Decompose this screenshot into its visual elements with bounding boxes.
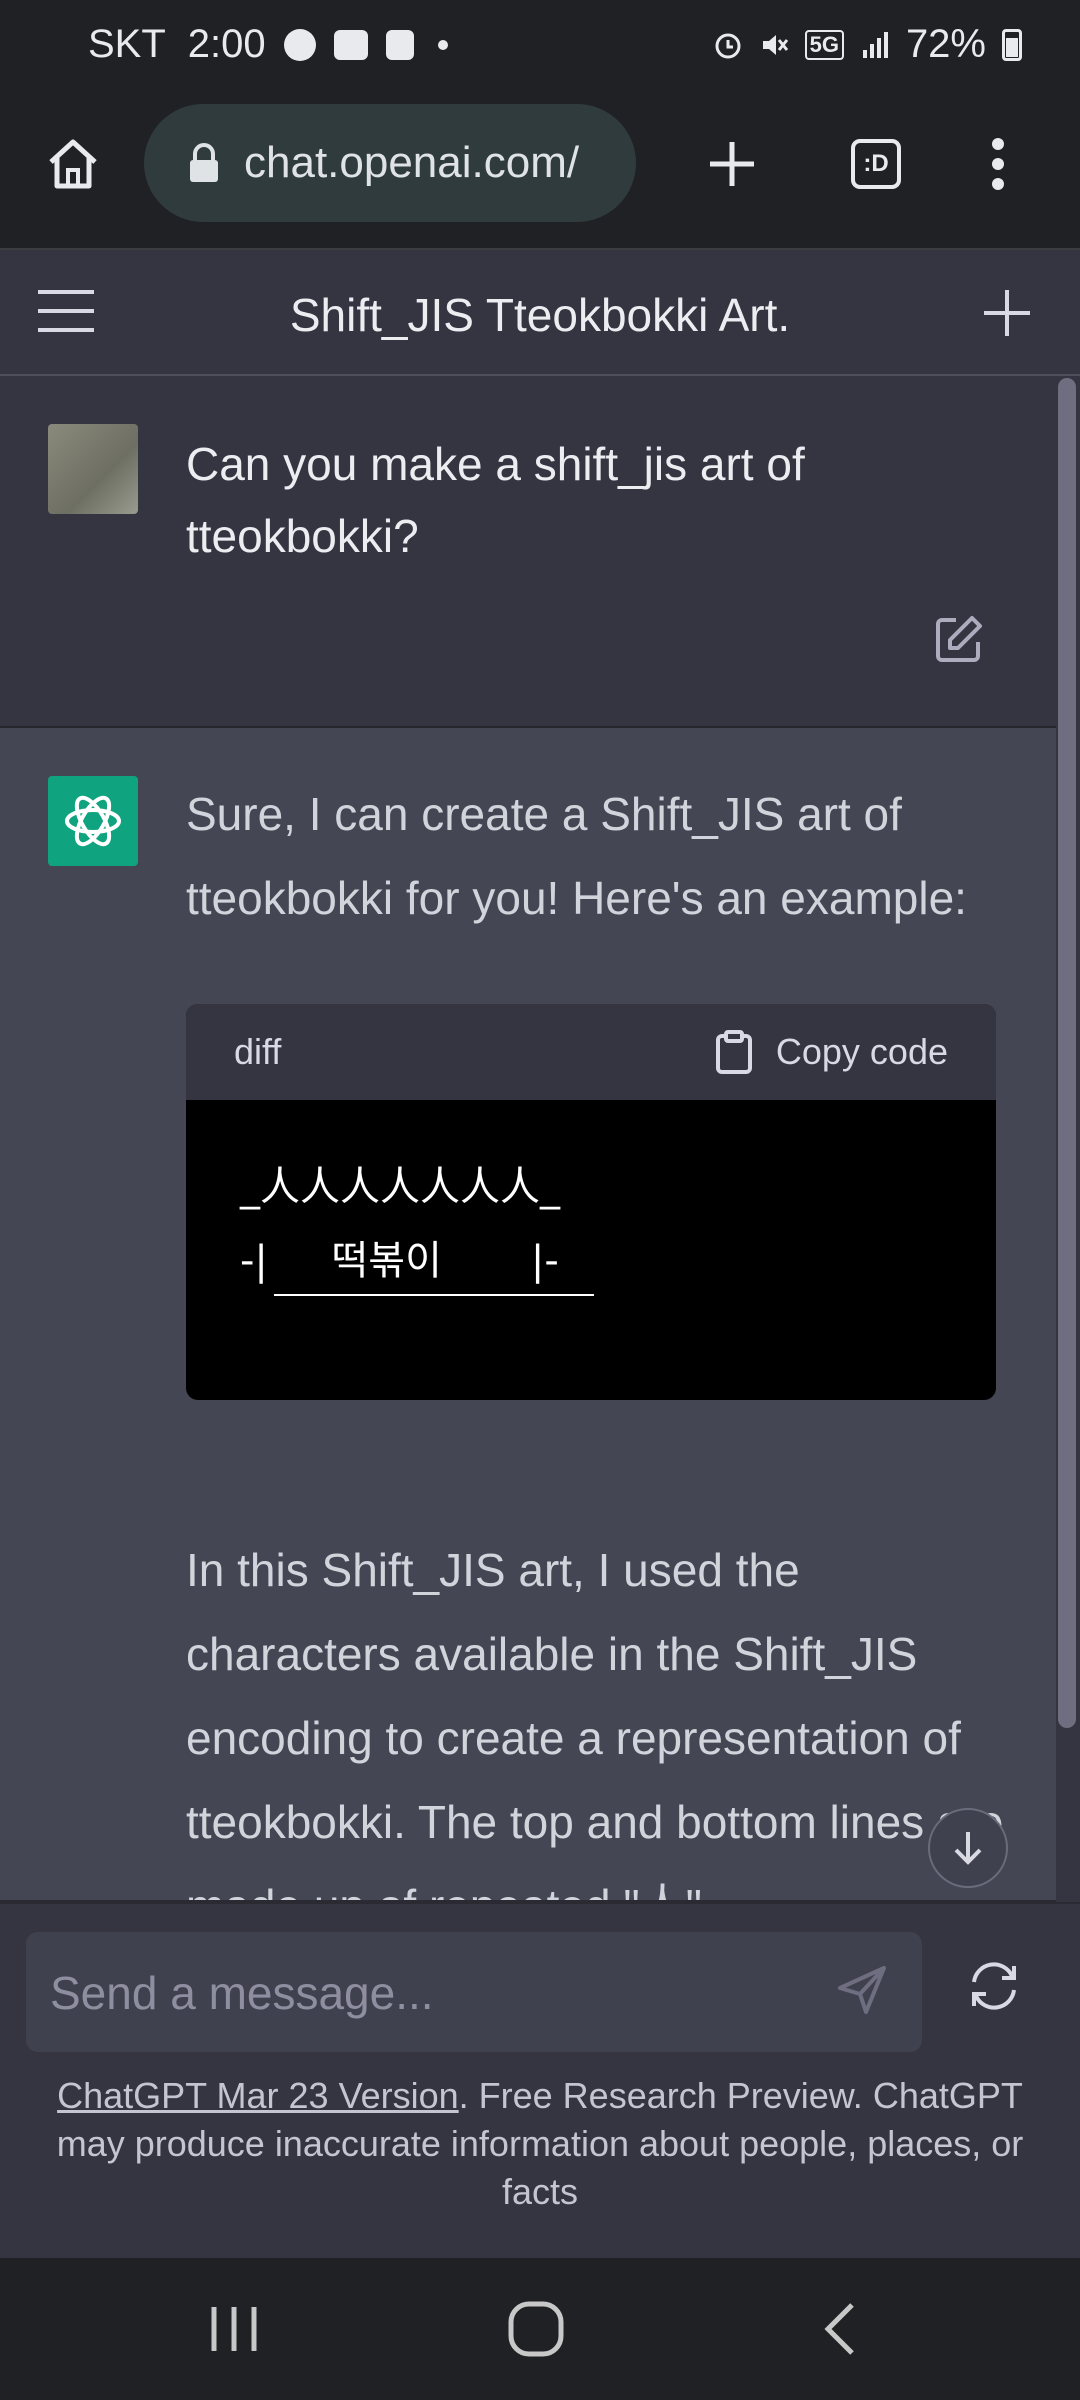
talk-icon [283,28,316,61]
assistant-paragraph: In this Shift_JIS art, I used the charac… [186,1544,1003,1900]
clock-label: 2:00 [187,22,266,66]
new-tab-button[interactable] [696,100,768,228]
edit-icon [936,616,982,662]
signal-icon [862,31,888,58]
network-label: 5G [804,29,844,60]
code-line-2: -| 떡볶이 |- [240,1238,559,1284]
user-avatar [48,424,138,514]
carrier-label: SKT [88,22,166,66]
browser-menu-button[interactable] [962,100,1034,228]
regenerate-button[interactable] [966,1958,1022,2019]
tab-count-label: :D [863,150,889,177]
status-bar: SKT 2:00 5G 72% [0,0,1080,100]
scrollbar[interactable] [1056,376,1080,1902]
message-input-placeholder: Send a message... [50,1967,434,2019]
arrow-down-icon [954,1832,982,1865]
refresh-icon [972,1962,1016,2010]
dot-icon [437,39,448,50]
home-circle-icon [508,2301,564,2357]
chatgpt-avatar [48,776,138,866]
scroll-to-bottom-button[interactable] [928,1808,1008,1888]
user-message-text: Can you make a shift_jis art of tteokbok… [186,438,805,562]
edit-message-button[interactable] [934,614,984,664]
back-icon [824,2303,854,2355]
system-nav-bar [0,2258,1080,2400]
new-chat-button[interactable] [982,288,1032,338]
send-button[interactable] [836,1964,888,2021]
assistant-message: Sure, I can create a Shift_JIS art of tt… [0,728,1056,1900]
lock-icon [190,143,218,182]
browser-toolbar: chat.openai.com/ :D [0,100,1080,250]
clipboard-icon [715,1030,752,1074]
home-button[interactable] [38,100,108,228]
copy-code-label: Copy code [775,1031,948,1072]
address-bar[interactable]: chat.openai.com/ [144,104,636,222]
version-link[interactable]: ChatGPT Mar 23 Version [57,2075,459,2116]
mute-icon [762,34,788,55]
tab-count-badge: :D [851,139,901,189]
code-block-header: diff Copy code [186,1004,996,1100]
battery-percent: 72% [905,22,986,66]
copy-code-button[interactable]: Copy code [714,1030,948,1074]
disclaimer: ChatGPT Mar 23 Version. Free Research Pr… [40,2072,1040,2216]
message-input[interactable]: Send a message... [26,1932,922,2052]
battery-icon [1002,28,1022,61]
plus-icon [710,142,754,186]
home-nav-button[interactable] [466,2258,606,2400]
home-icon [49,139,97,189]
plus-icon [984,290,1030,336]
gallery-icon [333,29,368,60]
code-language-label: diff [234,1031,282,1072]
assistant-intro-text: Sure, I can create a Shift_JIS art of tt… [186,788,967,924]
send-icon [838,1966,886,2014]
code-line-1: _人人人人人人人_ [240,1164,560,1210]
alarm-icon [715,33,741,58]
user-message: Can you make a shift_jis art of tteokbok… [0,376,1056,728]
status-right: 5G 72% [713,22,1022,67]
recents-icon [211,2307,257,2351]
status-left: SKT 2:00 [88,22,448,67]
openai-logo-icon [65,795,121,847]
more-vert-icon [992,138,1004,190]
code-block: diff Copy code _人人人人人人人_ -| 떡볶이 |- [186,1004,996,1400]
chat-header: Shift_JIS Tteokbokki Art. [0,250,1080,376]
code-underline [274,1294,594,1296]
code-content: _人人人人人人人_ -| 떡볶이 |- [186,1100,996,1348]
back-button[interactable] [770,2258,910,2400]
tab-switcher-button[interactable]: :D [840,100,912,228]
recent-apps-button[interactable] [164,2258,304,2400]
clock-app-icon [385,29,414,60]
composer-area: Send a message... ChatGPT Mar 23 Version… [0,1902,1080,2260]
chat-title: Shift_JIS Tteokbokki Art. [289,289,791,341]
url-text: chat.openai.com/ [244,138,580,187]
scrollbar-thumb[interactable] [1058,378,1076,1728]
